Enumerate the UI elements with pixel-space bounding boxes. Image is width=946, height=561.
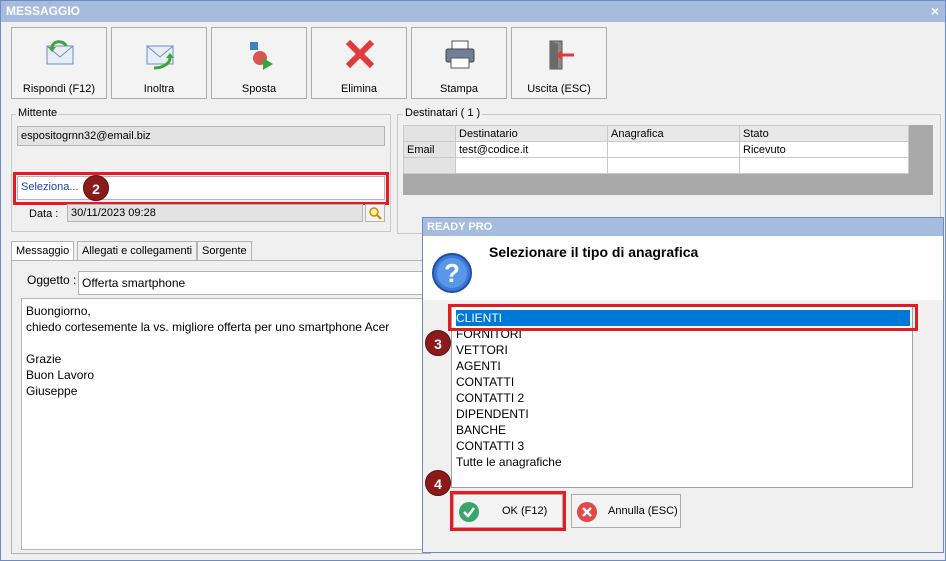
question-icon: ? — [432, 253, 472, 293]
header-blank — [403, 125, 456, 142]
close-icon[interactable]: × — [931, 1, 939, 22]
list-item[interactable]: CONTATTI — [456, 374, 514, 390]
printer-icon — [445, 40, 475, 69]
exit-label: Uscita (ESC) — [527, 83, 591, 95]
list-item[interactable]: DIPENDENTI — [456, 406, 529, 422]
date-label: Data : — [29, 208, 59, 220]
title-bar: MESSAGGIO × — [1, 1, 945, 22]
anagrafica-cell[interactable] — [607, 141, 740, 158]
destinatari-label: Destinatari ( 1 ) — [403, 107, 483, 119]
cancel-button[interactable]: Annulla (ESC) — [571, 494, 681, 528]
cancel-icon — [577, 502, 597, 522]
dialog-heading: Selezionare il tipo di anagrafica — [489, 244, 699, 260]
date-field[interactable]: 30/11/2023 09:28 — [67, 204, 363, 222]
reply-label: Rispondi (F12) — [22, 83, 96, 95]
table-row[interactable]: Email test@codice.it Ricevuto — [403, 141, 909, 158]
list-item[interactable]: CONTATTI 2 — [456, 390, 524, 406]
list-item[interactable]: CONTATTI 3 — [456, 438, 524, 454]
list-item[interactable]: AGENTI — [456, 358, 501, 374]
cancel-label: Annulla (ESC) — [608, 505, 678, 517]
row-type: Email — [403, 141, 456, 158]
move-icon — [250, 42, 273, 70]
body-line — [26, 335, 424, 351]
body-line: Grazie — [26, 352, 62, 366]
exit-button[interactable]: Uscita (ESC) — [511, 27, 607, 99]
recipients-table: Destinatario Anagrafica Stato Email test… — [403, 125, 909, 174]
body-line: Giuseppe — [26, 384, 78, 398]
window-title: MESSAGGIO — [6, 4, 81, 18]
mittente-label: Mittente — [16, 107, 60, 119]
highlight-clienti — [448, 304, 918, 331]
table-row[interactable] — [403, 157, 909, 174]
forward-button[interactable]: Inoltra — [111, 27, 207, 99]
sender-email-field[interactable]: espositogrnn32@email.biz — [17, 126, 385, 146]
delete-label: Elimina — [340, 83, 378, 95]
message-body[interactable]: Buongiorno, chiedo cortesemente la vs. m… — [21, 298, 429, 550]
list-item[interactable]: VETTORI — [456, 342, 508, 358]
body-line: chiedo cortesemente la vs. migliore offe… — [26, 320, 390, 334]
message-window: MESSAGGIO × Rispondi (F12) Inoltra Spost… — [0, 0, 946, 561]
recipient-cell[interactable]: test@codice.it — [455, 141, 608, 158]
tab-allegati[interactable]: Allegati e collegamenti — [77, 241, 198, 260]
anagrafica-dialog: READY PRO ? Selezionare il tipo di anagr… — [422, 217, 944, 553]
column-header[interactable]: Stato — [739, 125, 909, 142]
list-item[interactable]: BANCHE — [456, 422, 506, 438]
date-search-button[interactable] — [365, 204, 385, 222]
magnifier-icon — [369, 207, 382, 220]
delete-button[interactable]: Elimina — [311, 27, 407, 99]
move-button[interactable]: Sposta — [211, 27, 307, 99]
table-header: Destinatario Anagrafica Stato — [403, 125, 909, 142]
move-label: Sposta — [241, 83, 277, 95]
reply-mail-icon — [46, 40, 74, 65]
step-badge-3: 3 — [425, 330, 451, 356]
subject-field[interactable]: Offerta smartphone — [78, 271, 428, 295]
dialog-title: READY PRO — [423, 218, 943, 236]
body-line: Buongiorno, — [26, 304, 91, 318]
reply-button[interactable]: Rispondi (F12) — [11, 27, 107, 99]
column-header[interactable]: Anagrafica — [607, 125, 740, 142]
svg-text:?: ? — [444, 258, 460, 288]
status-cell[interactable]: Ricevuto — [739, 141, 909, 158]
print-button[interactable]: Stampa — [411, 27, 507, 99]
anagrafica-list: CLIENTI FORNITORI VETTORI AGENTI CONTATT… — [451, 306, 913, 488]
step-badge-2: 2 — [83, 175, 109, 201]
delete-icon — [345, 39, 375, 69]
tab-messaggio[interactable]: Messaggio — [11, 241, 75, 261]
tab-sorgente[interactable]: Sorgente — [197, 241, 252, 260]
exit-door-icon — [549, 40, 574, 70]
column-header[interactable]: Destinatario — [455, 125, 608, 142]
step-badge-4: 4 — [425, 470, 451, 496]
subject-label: Oggetto : — [27, 273, 77, 287]
list-item[interactable]: Tutte le anagrafiche — [456, 454, 562, 470]
forward-mail-icon — [146, 45, 174, 70]
print-label: Stampa — [440, 83, 478, 95]
highlight-ok — [450, 491, 566, 531]
dialog-header: ? Selezionare il tipo di anagrafica — [423, 236, 943, 300]
highlight-select — [13, 172, 389, 205]
body-line: Buon Lavoro — [26, 368, 95, 382]
forward-label: Inoltra — [143, 83, 175, 95]
